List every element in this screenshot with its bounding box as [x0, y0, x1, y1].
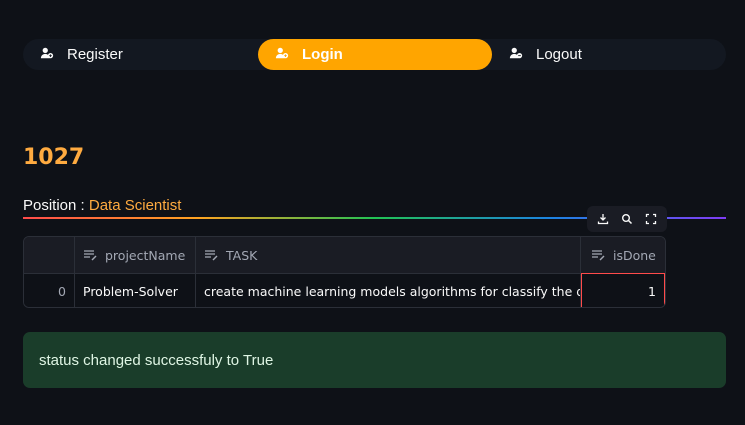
column-header-index: [24, 237, 75, 273]
isdone-cell[interactable]: 1: [581, 273, 665, 307]
user-add-icon: [40, 46, 67, 64]
position-label: Position :: [23, 197, 89, 214]
data-table: projectName TASK isDone 0 Problem-Solver…: [23, 236, 666, 308]
position-line: Position : Data Scientist: [23, 197, 181, 214]
download-icon[interactable]: [597, 213, 609, 225]
page-title: 1027: [23, 145, 85, 170]
text-column-icon: [592, 250, 605, 261]
table-toolbar: [587, 206, 667, 232]
nav-item-label: Login: [302, 46, 343, 63]
task-cell[interactable]: create machine learning models algorithm…: [196, 274, 581, 307]
search-icon[interactable]: [621, 213, 633, 225]
column-header-projectname[interactable]: projectName: [75, 237, 196, 273]
nav-item-logout[interactable]: Logout: [509, 39, 709, 70]
column-header-isdone[interactable]: isDone: [581, 237, 665, 273]
success-message: status changed successfuly to True: [39, 351, 274, 369]
text-column-icon: [205, 250, 218, 261]
projectname-cell[interactable]: Problem-Solver: [75, 274, 196, 307]
table-row: 0 Problem-Solver create machine learning…: [24, 273, 665, 307]
nav-item-label: Logout: [536, 46, 582, 63]
table-header-row: projectName TASK isDone: [24, 237, 665, 273]
nav-bar: Register Login Logout: [23, 39, 726, 70]
text-column-icon: [84, 250, 97, 261]
user-remove-icon: [509, 46, 536, 64]
nav-item-login[interactable]: Login: [258, 39, 492, 70]
fullscreen-icon[interactable]: [645, 213, 657, 225]
nav-item-register[interactable]: Register: [40, 39, 240, 70]
user-add-icon: [275, 46, 302, 64]
column-header-task[interactable]: TASK: [196, 237, 581, 273]
row-index-cell: 0: [24, 274, 75, 307]
nav-item-label: Register: [67, 46, 123, 63]
position-value: Data Scientist: [88, 197, 182, 214]
success-alert: status changed successfuly to True: [23, 332, 726, 388]
